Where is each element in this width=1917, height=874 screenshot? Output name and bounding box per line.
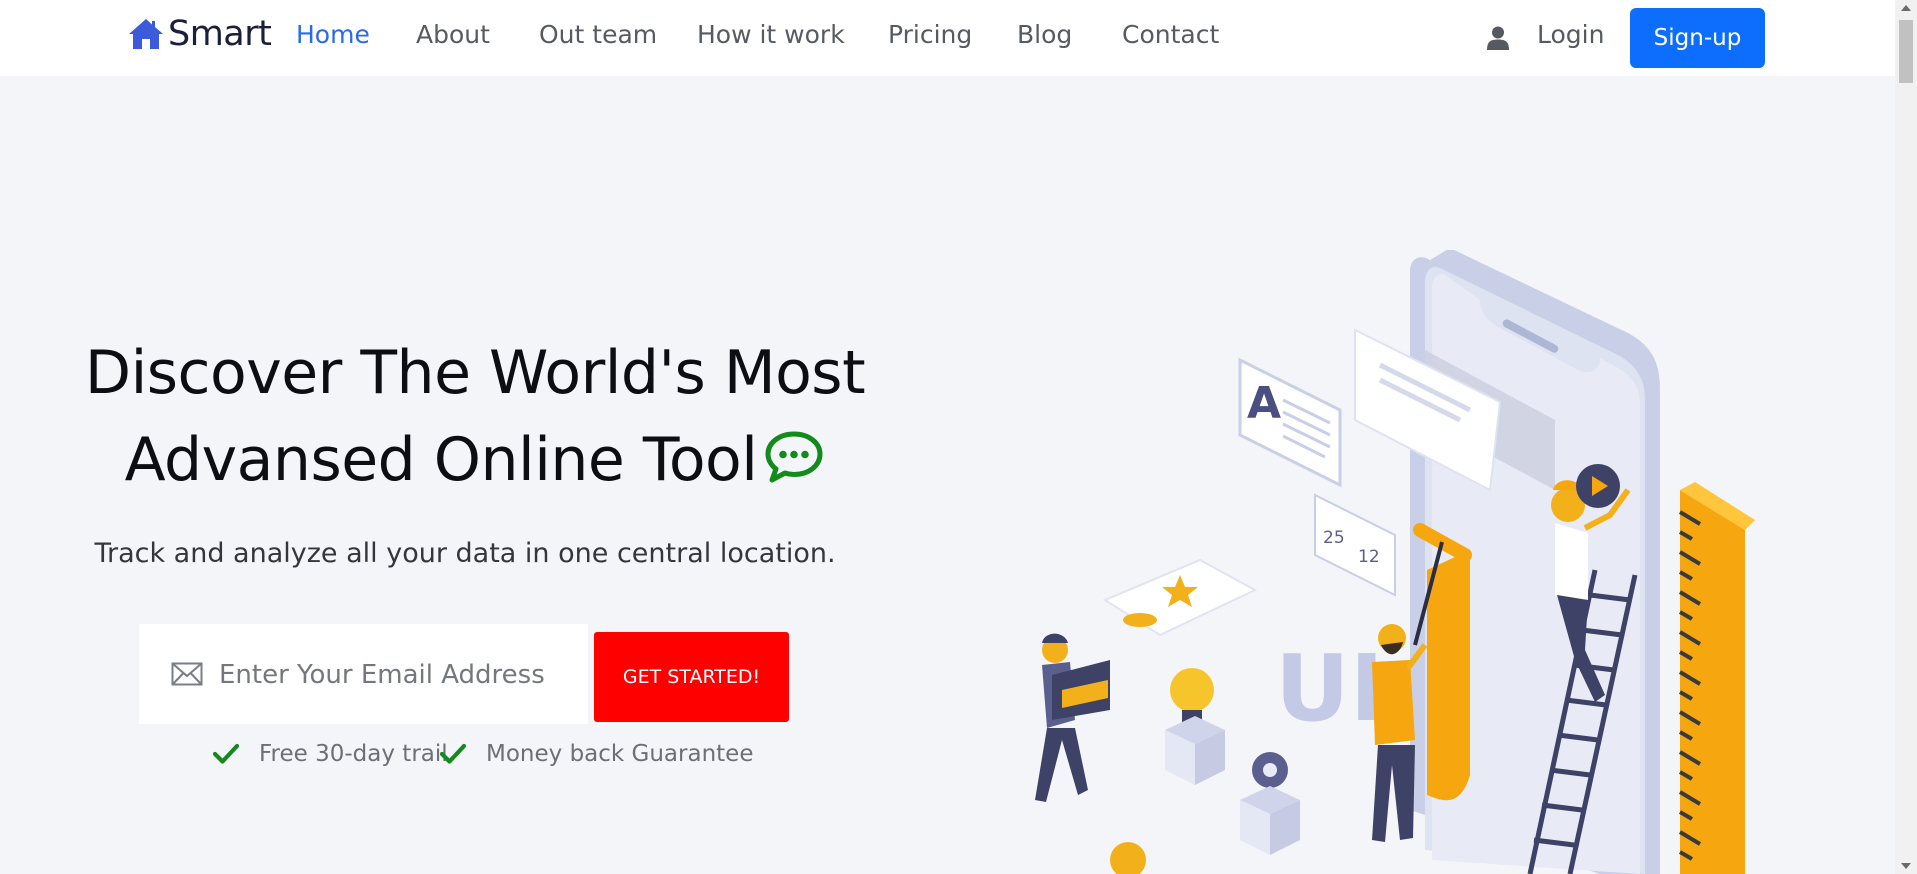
scrollbar[interactable] (1895, 0, 1917, 874)
nav-link-blog[interactable]: Blog (1017, 20, 1072, 49)
nav-link-home[interactable]: Home (296, 20, 370, 49)
scroll-up-arrow-icon[interactable] (1901, 5, 1911, 11)
chat-bubble-icon (765, 431, 823, 483)
scroll-down-arrow-icon[interactable] (1901, 863, 1911, 869)
feature-free-trial: Free 30-day trail (213, 741, 448, 767)
feature-money-back: Money back Guarantee (440, 741, 753, 767)
hero-title: Discover The World's Most Advansed Onlin… (60, 330, 890, 504)
ui-letters: UI (1275, 635, 1384, 742)
brand-name: Smart (168, 14, 272, 54)
comments-count: 12 (1358, 547, 1380, 567)
nav-link-contact[interactable]: Contact (1122, 20, 1219, 49)
get-started-button[interactable]: GET STARTED! (594, 632, 789, 722)
nav-link-our-team[interactable]: Out team (539, 20, 657, 49)
nav-link-about[interactable]: About (416, 20, 490, 49)
gear-box-graphic (1240, 752, 1300, 855)
ruler-graphic (1678, 482, 1755, 874)
delivery-person-graphic (1035, 633, 1110, 802)
hero-subtitle: Track and analyze all your data in one c… (94, 538, 836, 569)
nav-link-how-it-works[interactable]: How it work (697, 20, 845, 49)
house-icon (129, 19, 163, 49)
checkmark-icon (440, 743, 466, 764)
scrollbar-thumb[interactable] (1899, 20, 1913, 83)
user-icon[interactable] (1487, 26, 1509, 50)
bulb-box-graphic (1165, 668, 1225, 785)
card-letter: A (1247, 378, 1281, 429)
nav-link-pricing[interactable]: Pricing (888, 20, 972, 49)
mail-icon (171, 662, 203, 686)
login-link[interactable]: Login (1537, 20, 1604, 49)
likes-count: 25 (1323, 528, 1345, 548)
hero-illustration: A 25 12 UI (1035, 250, 1755, 874)
navbar: Smart Home About Out team How it work Pr… (0, 0, 1895, 76)
feature-label: Money back Guarantee (486, 741, 754, 767)
brand-logo[interactable]: Smart (128, 14, 272, 54)
hero-title-line1: Discover The World's Most (84, 338, 866, 408)
email-input-group (139, 624, 588, 724)
email-input[interactable] (217, 648, 571, 702)
svg-text:UI: UI (1275, 635, 1384, 742)
feature-label: Free 30-day trail (259, 741, 448, 767)
hero-title-line2: Advansed Online Tool (124, 425, 758, 495)
checkmark-icon (213, 743, 239, 764)
signup-button[interactable]: Sign-up (1630, 8, 1765, 68)
